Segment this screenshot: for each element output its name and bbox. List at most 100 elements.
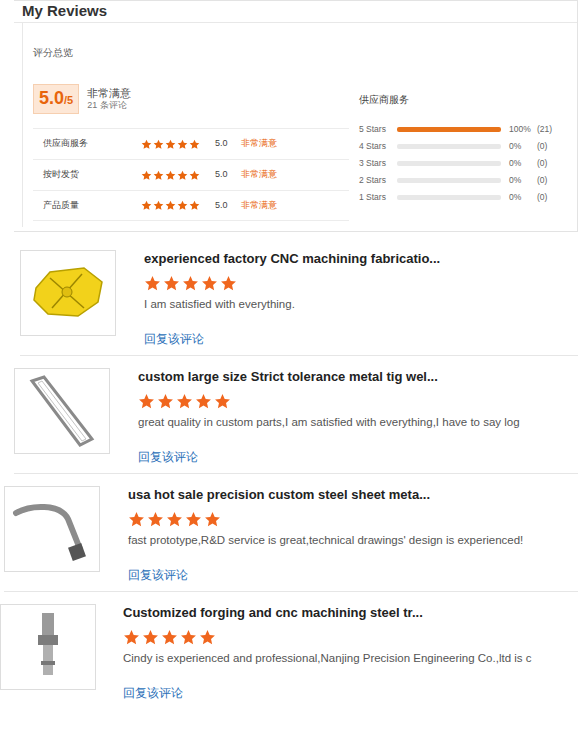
star-icon	[165, 200, 176, 211]
aspect-row: 供应商服务 5.0非常满意	[33, 128, 349, 159]
distribution-count: (0)	[537, 140, 547, 153]
distribution-track	[397, 144, 501, 149]
aspect-stars	[141, 200, 215, 211]
review-text: I am satisfied with everything.	[144, 297, 572, 312]
distribution-label: 1 Stars	[359, 191, 397, 204]
aspect-verdict: 非常满意	[241, 137, 277, 151]
distribution-count: (21)	[537, 123, 552, 136]
star-icon	[141, 170, 152, 181]
review-stars	[144, 275, 572, 292]
aspect-label: 按时发货	[33, 168, 141, 182]
star-icon	[189, 139, 200, 150]
star-icon	[199, 629, 216, 646]
distribution-fill	[397, 127, 501, 132]
score-verdict: 非常满意	[87, 87, 131, 100]
score-summary: 5.0/5 非常满意21 条评论	[33, 84, 349, 114]
distribution-row: 4 Stars 0%(0)	[359, 138, 571, 155]
star-distribution: 供应商服务5 Stars100%(21)4 Stars0%(0)3 Stars0…	[349, 84, 577, 221]
star-icon	[195, 393, 212, 410]
review-item: custom large size Strict tolerance metal…	[14, 356, 578, 474]
score-max: /5	[64, 94, 73, 106]
overall-rating: 5.0/5非常满意21 条评论供应商服务5.0非常满意按时发货5.0非常满意产品…	[33, 84, 349, 221]
star-icon	[153, 170, 164, 181]
star-icon	[201, 275, 218, 292]
distribution-count: (0)	[537, 157, 547, 170]
distribution-percent: 0%	[509, 157, 537, 170]
score-value: 5.0	[39, 88, 64, 108]
star-icon	[153, 139, 164, 150]
score-badge: 5.0/5	[33, 84, 79, 114]
star-icon	[177, 139, 188, 150]
review-item: experienced factory CNC machining fabric…	[20, 238, 578, 356]
page-title: My Reviews	[14, 1, 577, 23]
rating-panel: 评分总览 5.0/5非常满意21 条评论供应商服务5.0非常满意按时发货5.0非…	[22, 23, 577, 227]
star-icon	[165, 139, 176, 150]
star-icon	[189, 170, 200, 181]
product-title[interactable]: custom large size Strict tolerance metal…	[138, 368, 572, 385]
star-icon	[166, 511, 183, 528]
review-stars	[138, 393, 572, 410]
reviews-overview: My Reviews 评分总览 5.0/5非常满意21 条评论供应商服务5.0非…	[14, 0, 578, 232]
star-icon	[142, 629, 159, 646]
distribution-title: 供应商服务	[359, 92, 571, 107]
star-icon	[177, 200, 188, 211]
product-image[interactable]	[20, 250, 116, 336]
star-icon	[157, 393, 174, 410]
distribution-row: 1 Stars0%(0)	[359, 189, 571, 206]
product-icon	[10, 491, 94, 567]
distribution-label: 4 Stars	[359, 140, 397, 153]
review-stars	[128, 511, 572, 528]
distribution-track	[397, 178, 501, 183]
aspect-label: 供应商服务	[33, 137, 141, 151]
aspect-label: 产品质量	[33, 199, 141, 213]
review-text: fast prototype,R&D service is great,tech…	[128, 533, 572, 548]
review-body: experienced factory CNC machining fabric…	[144, 248, 578, 351]
overview-label: 评分总览	[33, 45, 577, 60]
star-icon	[182, 275, 199, 292]
distribution-row: 2 Stars0%(0)	[359, 172, 571, 189]
reply-link[interactable]: 回复该评论	[138, 448, 198, 466]
review-list: experienced factory CNC machining fabric…	[0, 232, 578, 710]
reply-link[interactable]: 回复该评论	[123, 684, 183, 702]
star-icon	[161, 629, 178, 646]
star-icon	[185, 511, 202, 528]
aspect-score: 5.0	[215, 137, 241, 151]
distribution-label: 2 Stars	[359, 174, 397, 187]
product-icon	[20, 373, 104, 449]
review-text: great quality in custom parts,I am satis…	[138, 415, 572, 430]
star-icon	[204, 511, 221, 528]
product-image[interactable]	[4, 486, 100, 572]
review-stars	[123, 629, 572, 646]
aspect-stars	[141, 139, 215, 150]
product-image[interactable]	[0, 604, 96, 690]
star-icon	[123, 629, 140, 646]
star-icon	[163, 275, 180, 292]
reply-link[interactable]: 回复该评论	[128, 566, 188, 584]
review-item: Customized forging and cnc machining ste…	[0, 592, 578, 710]
star-icon	[176, 393, 193, 410]
distribution-track	[397, 127, 501, 132]
aspect-score: 5.0	[215, 168, 241, 182]
review-item: usa hot sale precision custom steel shee…	[4, 474, 578, 592]
product-title[interactable]: usa hot sale precision custom steel shee…	[128, 486, 572, 503]
star-icon	[153, 200, 164, 211]
product-title[interactable]: Customized forging and cnc machining ste…	[123, 604, 572, 621]
star-icon	[138, 393, 155, 410]
product-image[interactable]	[14, 368, 110, 454]
product-icon	[28, 258, 108, 328]
aspect-row: 产品质量5.0非常满意	[33, 190, 349, 221]
star-icon	[144, 275, 161, 292]
distribution-row: 3 Stars0%(0)	[359, 155, 571, 172]
star-icon	[141, 200, 152, 211]
distribution-label: 5 Stars	[359, 123, 397, 136]
review-count: 21 条评论	[87, 100, 131, 111]
distribution-percent: 100%	[509, 123, 537, 136]
review-body: custom large size Strict tolerance metal…	[138, 366, 578, 469]
distribution-percent: 0%	[509, 140, 537, 153]
product-title[interactable]: experienced factory CNC machining fabric…	[144, 250, 572, 267]
distribution-track	[397, 195, 501, 200]
distribution-percent: 0%	[509, 174, 537, 187]
aspect-table: 供应商服务5.0非常满意按时发货5.0非常满意产品质量5.0非常满意	[33, 128, 349, 221]
reply-link[interactable]: 回复该评论	[144, 330, 204, 348]
star-icon	[177, 170, 188, 181]
